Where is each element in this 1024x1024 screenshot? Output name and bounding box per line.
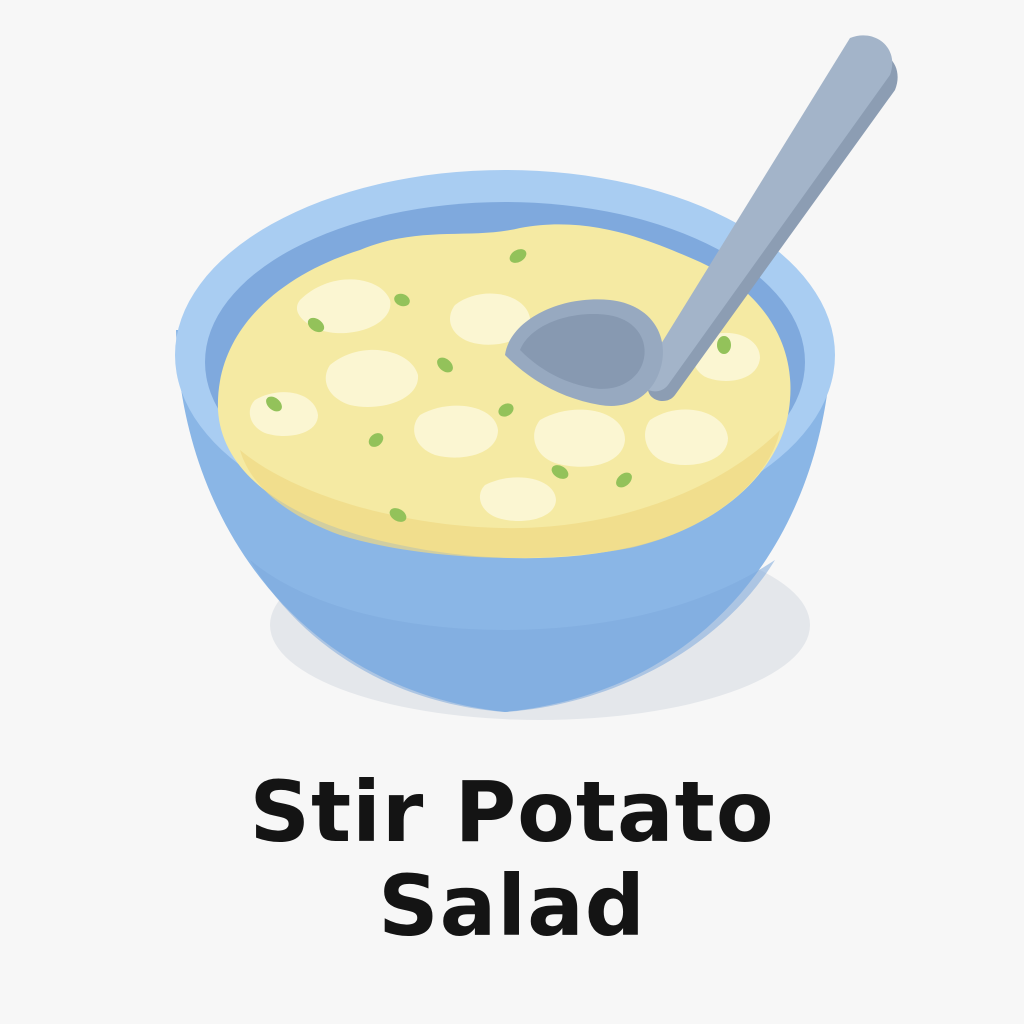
step-title-line-1: Stir Potato bbox=[249, 763, 775, 861]
step-title: Stir Potato Salad bbox=[0, 765, 1024, 953]
potato-salad-illustration bbox=[175, 35, 898, 720]
recipe-step-card: Stir Potato Salad bbox=[0, 0, 1024, 1024]
step-title-line-2: Salad bbox=[378, 857, 646, 955]
